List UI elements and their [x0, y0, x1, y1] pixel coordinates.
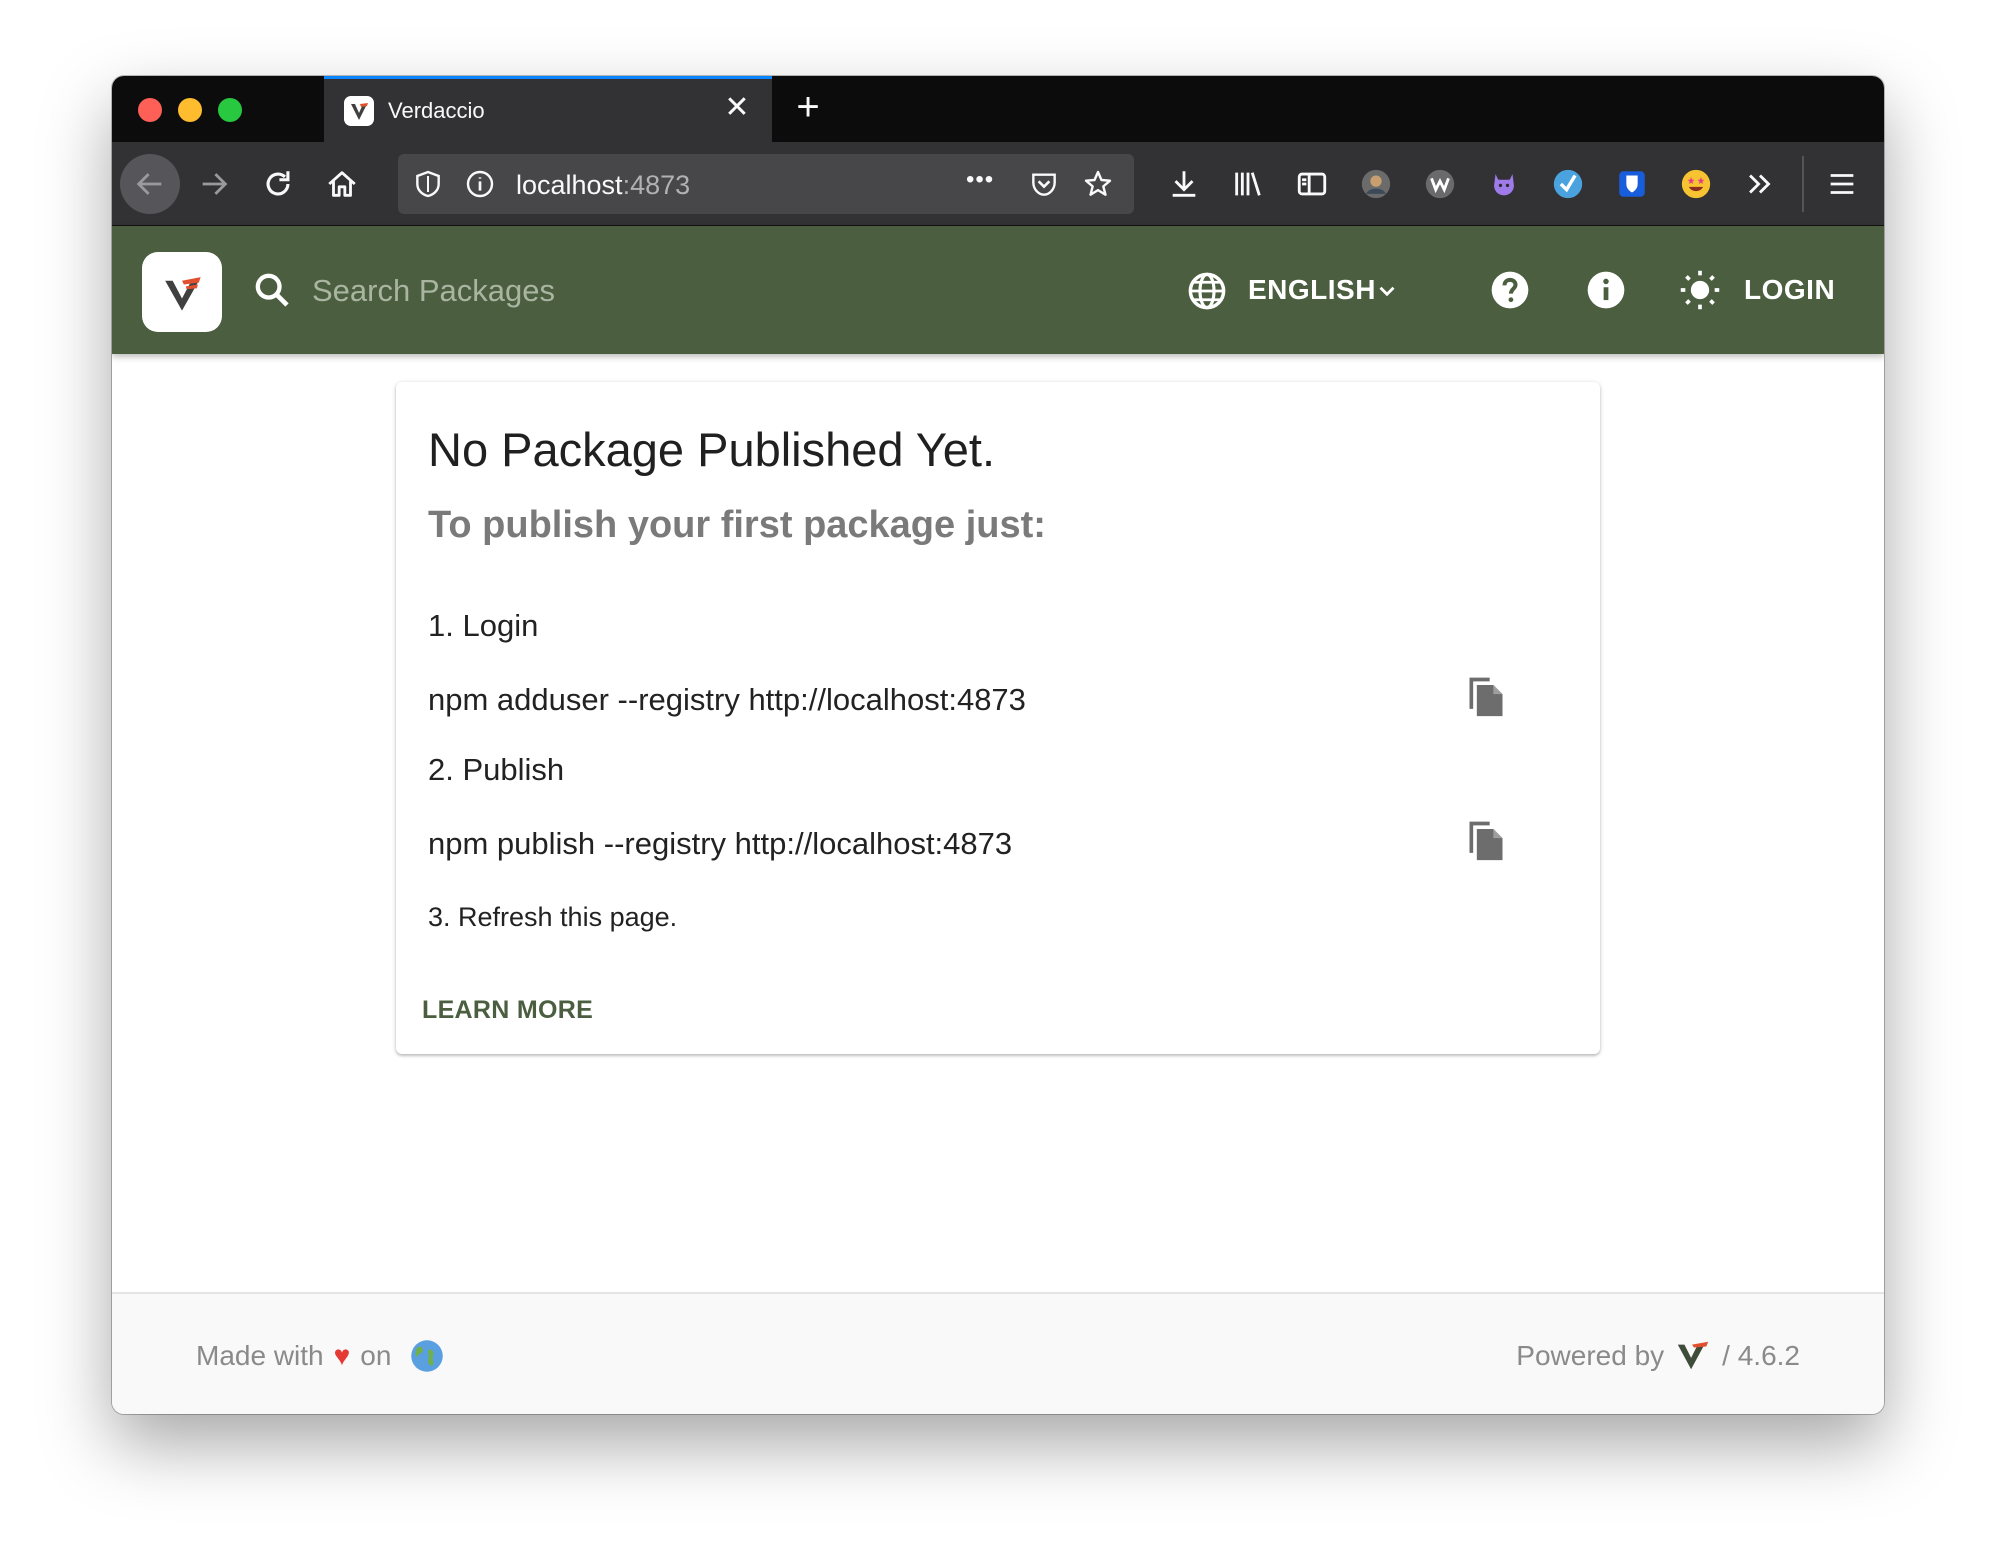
copy-icon[interactable]	[1464, 672, 1508, 720]
info-circle-icon[interactable]	[464, 168, 496, 200]
maximize-window-button[interactable]	[218, 98, 242, 122]
learn-more-button[interactable]: LEARN MORE	[422, 996, 593, 1025]
tab-close-icon[interactable]: ✕	[720, 91, 754, 125]
powered-by-text: Powered by	[1516, 1340, 1665, 1371]
made-with-text: Made with	[196, 1340, 324, 1371]
back-button[interactable]	[120, 154, 180, 214]
no-packages-card: No Package Published Yet. To publish you…	[396, 382, 1600, 1054]
page-actions-icon[interactable]: •••	[966, 166, 994, 194]
globe-icon[interactable]	[1186, 270, 1228, 312]
on-text: on	[360, 1340, 392, 1371]
publish-command: npm publish --registry http://localhost:…	[428, 826, 1013, 861]
sidebar-icon[interactable]	[1292, 164, 1332, 204]
help-icon[interactable]	[1488, 268, 1532, 312]
library-icon[interactable]	[1228, 164, 1268, 204]
footer-powered-by: Powered by / 4.6.2	[1516, 1338, 1800, 1374]
copy-icon[interactable]	[1464, 816, 1508, 864]
adduser-command: npm adduser --registry http://localhost:…	[428, 682, 1026, 717]
extension-avatar-icon[interactable]	[1356, 164, 1396, 204]
chevron-down-icon[interactable]	[1374, 278, 1400, 304]
search-input[interactable]	[312, 266, 832, 316]
step-refresh-label: 3. Refresh this page.	[428, 902, 678, 932]
url-bar[interactable]: localhost:4873 •••	[398, 154, 1134, 214]
browser-window: Verdaccio ✕ + localhost:4873 ••• Search …	[112, 76, 1884, 1414]
new-tab-button[interactable]: +	[788, 87, 828, 128]
hamburger-menu-icon[interactable]	[1822, 164, 1862, 204]
verdaccio-favicon-icon	[344, 96, 374, 126]
card-title: No Package Published Yet.	[428, 423, 996, 476]
star-struck-emoji-icon[interactable]	[1676, 164, 1716, 204]
forward-button[interactable]	[184, 154, 244, 214]
downloads-icon[interactable]	[1164, 164, 1204, 204]
tab-title: Verdaccio	[388, 98, 485, 123]
tab-strip: Verdaccio ✕ +	[112, 76, 1884, 142]
heart-icon: ♥	[333, 1340, 351, 1371]
info-icon[interactable]	[1584, 268, 1628, 312]
app-header: ENGLISH LOGIN	[112, 226, 1884, 354]
extension-github-cat-icon[interactable]	[1484, 164, 1524, 204]
forward-arrow-icon	[202, 173, 228, 195]
step-login-label: 1. Login	[428, 608, 539, 643]
reload-icon	[266, 171, 290, 196]
navigation-toolbar: localhost:4873 •••	[112, 142, 1884, 226]
toolbar-divider	[1802, 156, 1804, 212]
earth-globe-icon[interactable]	[409, 1338, 445, 1374]
home-button[interactable]	[312, 154, 372, 214]
bitwarden-shield-icon[interactable]	[1612, 164, 1652, 204]
url-text[interactable]: localhost:4873	[516, 170, 690, 201]
login-button[interactable]: LOGIN	[1744, 274, 1835, 306]
verdaccio-logo[interactable]	[142, 252, 222, 332]
back-arrow-icon	[136, 173, 162, 195]
tab-verdaccio[interactable]: Verdaccio ✕	[324, 76, 772, 142]
bookmark-star-icon[interactable]	[1082, 168, 1114, 200]
shield-icon[interactable]	[412, 168, 444, 200]
language-selector[interactable]: ENGLISH	[1248, 274, 1376, 306]
step-publish-label: 2. Publish	[428, 752, 565, 787]
version-text: / 4.6.2	[1722, 1340, 1800, 1371]
sun-theme-icon[interactable]	[1678, 268, 1722, 312]
close-window-button[interactable]	[138, 98, 162, 122]
footer-made-with: Made with ♥ on	[196, 1338, 445, 1374]
search-icon	[255, 273, 289, 307]
home-icon	[328, 171, 356, 197]
overflow-chevrons-icon[interactable]	[1740, 164, 1780, 204]
footer: Made with ♥ on Powered by / 4.6.2	[112, 1292, 1884, 1414]
verdaccio-v-logo-icon[interactable]	[1674, 1338, 1712, 1374]
minimize-window-button[interactable]	[178, 98, 202, 122]
extension-w-icon[interactable]	[1420, 164, 1460, 204]
extension-vue-check-icon[interactable]	[1548, 164, 1588, 204]
pocket-icon[interactable]	[1028, 168, 1060, 200]
reload-button[interactable]	[248, 154, 308, 214]
card-subtitle: To publish your first package just:	[428, 504, 1046, 546]
verdaccio-logo-icon	[165, 277, 201, 311]
